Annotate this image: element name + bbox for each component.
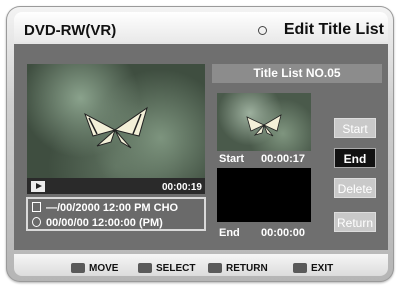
start-thumbnail (217, 93, 311, 151)
butterfly-image (84, 106, 148, 149)
butterfly-thumb-image (246, 114, 282, 137)
exit-icon (293, 263, 307, 273)
title-info-row: —/00/2000 12:00 PM CHO (32, 202, 178, 214)
footer-select: SELECT (156, 263, 196, 274)
footer-return: RETURN (226, 263, 268, 274)
play-icon (31, 181, 45, 192)
clock-icon (32, 217, 41, 227)
delete-button[interactable]: Delete (334, 178, 376, 198)
move-icon (71, 263, 85, 273)
end-time: 00:00:00 (261, 227, 306, 239)
duration-info-row: 00/00/00 12:00:00 (PM) (32, 217, 163, 229)
return-button[interactable]: Return (334, 212, 376, 232)
title-list-header: Title List NO.05 (212, 64, 382, 83)
duration-info-text: 00/00/00 12:00:00 (PM) (46, 217, 163, 229)
return-icon (208, 263, 222, 273)
start-label: Start (219, 153, 245, 165)
end-button[interactable]: End (334, 148, 376, 168)
end-thumbnail (217, 168, 311, 222)
circle-icon (258, 26, 267, 35)
device-label: DVD-RW(VR) (24, 22, 117, 39)
footer-exit: EXIT (311, 263, 334, 274)
start-time: 00:00:17 (261, 153, 306, 165)
footer-move: MOVE (89, 263, 119, 274)
end-label: End (219, 227, 240, 239)
document-icon (32, 202, 41, 212)
screen-title: Edit Title List (283, 21, 384, 38)
playback-time: 00:00:19 (161, 182, 202, 193)
select-icon (138, 263, 152, 273)
video-preview (27, 64, 205, 178)
start-button[interactable]: Start (334, 118, 376, 138)
title-info-text: —/00/2000 12:00 PM CHO (46, 202, 179, 214)
